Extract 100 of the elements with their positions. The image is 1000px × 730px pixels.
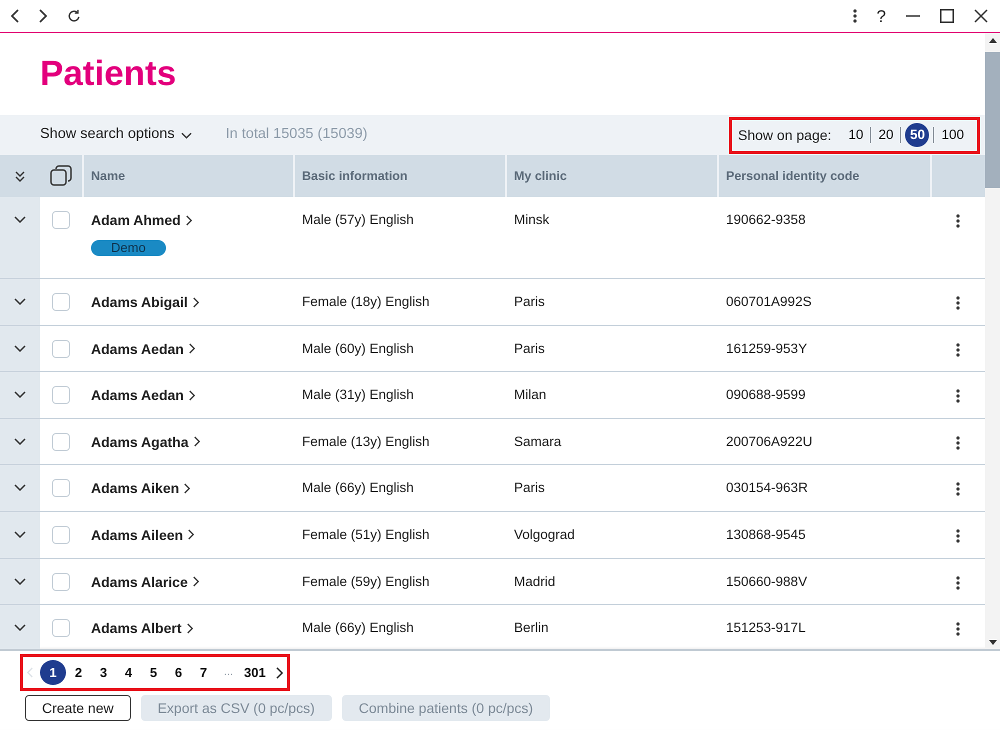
table-cell: Male (31y) English — [302, 387, 414, 402]
page-size-option[interactable]: 100 — [934, 123, 971, 147]
chevron-right-icon — [188, 343, 195, 354]
page-button[interactable]: 4 — [116, 660, 141, 685]
scroll-down-icon[interactable] — [988, 640, 996, 645]
patient-name-link[interactable]: Adams Agatha — [91, 432, 200, 452]
row-checkbox[interactable] — [52, 479, 70, 498]
row-checkbox[interactable] — [52, 619, 70, 638]
table-cell: Female (51y) English — [302, 526, 430, 542]
patient-name-link[interactable]: Adams Abigail — [91, 292, 199, 312]
table-cell: 150660-988V — [726, 574, 808, 589]
page-button[interactable]: 2 — [66, 660, 91, 685]
table-cell: Female (59y) English — [302, 574, 430, 589]
column-header: My clinic — [513, 168, 567, 185]
minimize-icon[interactable] — [906, 15, 920, 17]
table-cell: 151253-917L — [726, 620, 806, 636]
page-size-option[interactable]: 20 — [871, 123, 900, 147]
stacked-squares-icon[interactable] — [50, 165, 72, 187]
page-gap: ... — [222, 665, 234, 680]
row-checkbox[interactable] — [52, 293, 70, 311]
patient-name-link[interactable]: Adams Aedan — [91, 385, 195, 406]
kebab-menu-icon[interactable] — [956, 389, 960, 404]
chevron-down-icon — [180, 132, 192, 138]
chevron-down-icon[interactable] — [14, 216, 26, 223]
chevron-right-icon — [192, 296, 199, 308]
chevron-right-icon — [188, 390, 195, 401]
chevron-right-icon[interactable] — [276, 666, 283, 678]
row-checkbox[interactable] — [52, 211, 70, 229]
chevron-right-icon — [186, 622, 193, 634]
kebab-menu-icon[interactable] — [956, 296, 960, 310]
page-button[interactable]: 3 — [91, 660, 116, 685]
page-size-option[interactable]: 50 — [905, 123, 930, 147]
kebab-menu-icon[interactable] — [852, 9, 857, 23]
row-checkbox[interactable] — [52, 526, 70, 544]
table-cell: Volgograd — [514, 526, 575, 542]
kebab-menu-icon[interactable] — [956, 436, 960, 450]
refresh-icon[interactable] — [67, 9, 81, 23]
chevron-down-icon[interactable] — [14, 578, 26, 585]
table-cell: 030154-963R — [726, 480, 808, 496]
page-button[interactable]: 6 — [166, 660, 191, 685]
table-cell: Paris — [514, 480, 545, 496]
maximize-icon[interactable] — [940, 9, 954, 23]
column-header: Name — [90, 168, 126, 185]
forward-icon[interactable] — [39, 9, 47, 23]
table-cell: Berlin — [514, 620, 549, 636]
chevron-down-icon[interactable] — [14, 530, 26, 538]
action-button[interactable]: Create new — [25, 695, 131, 721]
page-button[interactable]: 1 — [40, 660, 66, 685]
page-button[interactable]: 5 — [141, 660, 166, 685]
chevron-right-icon — [194, 436, 200, 448]
kebab-menu-icon[interactable] — [956, 576, 960, 590]
table-cell: Minsk — [514, 212, 550, 227]
table-cell: Female (18y) English — [302, 294, 430, 309]
total-count: In total 15035 (15039) — [226, 125, 368, 144]
back-icon[interactable] — [11, 9, 19, 23]
chevron-down-icon[interactable] — [14, 298, 26, 305]
chevron-down-icon[interactable] — [14, 391, 26, 398]
chevron-down-icon[interactable] — [14, 344, 26, 352]
table-cell: Madrid — [514, 574, 556, 589]
chevron-down-icon[interactable] — [14, 438, 26, 445]
search-options-toggle[interactable]: Show search options — [40, 124, 192, 146]
help-button[interactable]: ? — [876, 8, 886, 24]
page-button[interactable]: 301 — [241, 660, 269, 685]
chevron-right-icon — [192, 576, 199, 588]
table-cell: 130868-9545 — [726, 526, 806, 542]
page-title: Patients — [39, 53, 178, 95]
row-checkbox[interactable] — [52, 572, 70, 591]
close-icon[interactable] — [974, 9, 988, 23]
row-checkbox[interactable] — [52, 340, 70, 358]
table-cell: 161259-953Y — [726, 340, 808, 356]
patient-name-link[interactable]: Adams Aileen — [91, 524, 194, 545]
table-cell: 060701A992S — [726, 294, 812, 309]
page-size-option[interactable]: 10 — [841, 123, 870, 147]
table-cell: Paris — [514, 340, 545, 356]
table-cell: Milan — [514, 387, 546, 402]
table-cell: Male (66y) English — [302, 480, 414, 496]
patient-name-link[interactable]: Adams Aiken — [91, 478, 190, 498]
patient-name-link[interactable]: Adams Alarice — [91, 572, 199, 592]
patient-name-link[interactable]: Adams Aedan — [91, 338, 195, 359]
chevron-down-icon[interactable] — [14, 484, 26, 492]
scrollbar-thumb[interactable] — [985, 52, 1000, 188]
table-cell: Paris — [514, 294, 545, 309]
page-button[interactable]: 7 — [191, 660, 216, 685]
kebab-menu-icon[interactable] — [956, 214, 960, 228]
patient-name-link[interactable]: Adams Albert — [91, 618, 193, 638]
patient-name-link[interactable]: Adam Ahmed — [91, 210, 192, 230]
table-cell: Male (66y) English — [302, 620, 414, 636]
kebab-menu-icon[interactable] — [956, 482, 960, 496]
table-cell: Male (60y) English — [302, 340, 414, 356]
kebab-menu-icon[interactable] — [956, 528, 960, 543]
column-header: Personal identity code — [725, 168, 860, 185]
table-cell: 200706A922U — [726, 434, 812, 449]
chevron-down-icon[interactable] — [14, 624, 26, 632]
table-cell: 190662-9358 — [726, 212, 806, 227]
double-chevron-down-icon[interactable] — [15, 170, 25, 182]
row-checkbox[interactable] — [52, 386, 70, 404]
kebab-menu-icon[interactable] — [956, 622, 960, 636]
scroll-up-icon[interactable] — [988, 38, 996, 43]
kebab-menu-icon[interactable] — [956, 342, 960, 357]
row-checkbox[interactable] — [52, 432, 70, 451]
